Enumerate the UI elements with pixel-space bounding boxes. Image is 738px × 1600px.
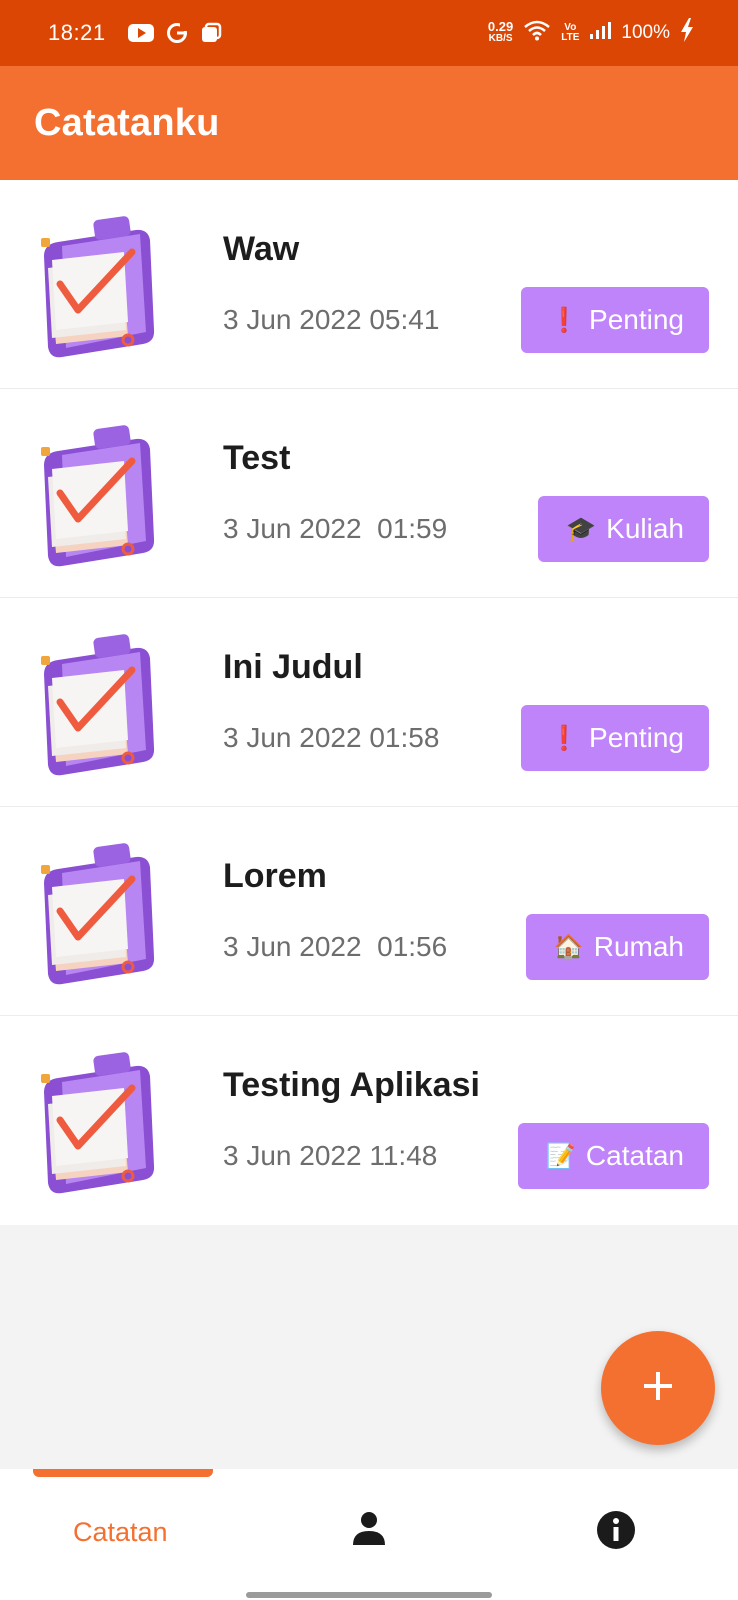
note-tag: ❗ Penting	[521, 287, 709, 353]
note-tag: 📝 Catatan	[518, 1123, 709, 1189]
app-bar: Catatanku	[0, 66, 738, 180]
note-tag: ❗ Penting	[521, 705, 709, 771]
plus-icon	[641, 1369, 675, 1408]
note-title: Waw	[223, 230, 300, 268]
tab-catatan[interactable]: Catatan	[73, 1517, 168, 1548]
clipboard-check-icon	[36, 421, 156, 571]
note-title: Lorem	[223, 857, 327, 895]
note-item[interactable]: Test 3 Jun 2022 01:59 🎓 Kuliah	[0, 389, 738, 598]
note-item[interactable]: Waw 3 Jun 2022 05:41 ❗ Penting	[0, 180, 738, 389]
note-item[interactable]: Testing Aplikasi 3 Jun 2022 11:48 📝 Cata…	[0, 1016, 738, 1225]
memo-icon: 📝	[546, 1142, 576, 1170]
g-icon	[166, 22, 188, 49]
note-tag-label: Penting	[589, 722, 684, 753]
note-tag: 🏠 Rumah	[525, 914, 709, 980]
note-item[interactable]: Lorem 3 Jun 2022 01:56 🏠 Rumah	[0, 807, 738, 1016]
note-title: Testing Aplikasi	[223, 1066, 480, 1104]
person-icon[interactable]	[349, 1509, 389, 1554]
youtube-icon	[128, 23, 154, 48]
note-date: 3 Jun 2022 01:56	[223, 931, 448, 962]
wifi-icon	[523, 19, 551, 46]
home-indicator[interactable]	[246, 1592, 492, 1598]
note-date: 3 Jun 2022 11:48	[223, 1140, 438, 1171]
status-time: 18:21	[48, 20, 106, 45]
active-tab-indicator	[33, 1469, 213, 1477]
net-speed: 0.29 KB/S	[487, 18, 514, 44]
clipboard-check-icon	[36, 839, 156, 989]
add-note-button[interactable]	[601, 1331, 715, 1445]
clipboard-check-icon	[36, 212, 156, 362]
note-date: 3 Jun 2022 01:59	[223, 513, 448, 544]
note-item[interactable]: Ini Judul 3 Jun 2022 01:58 ❗ Penting	[0, 598, 738, 807]
note-tag-label: Catatan	[585, 1140, 684, 1171]
bottom-navigation: Catatan	[0, 1469, 738, 1600]
exclamation-icon: ❗	[549, 724, 580, 752]
note-title: Test	[223, 439, 291, 477]
note-date: 3 Jun 2022 01:58	[223, 722, 440, 753]
house-icon: 🏠	[553, 933, 584, 961]
note-tag: 🎓 Kuliah	[538, 496, 709, 562]
signal-icon	[589, 20, 612, 45]
clipboard-check-icon	[36, 1048, 156, 1198]
note-tag-label: Kuliah	[606, 513, 684, 544]
volte-indicator: Vo LTE	[561, 21, 580, 43]
info-icon[interactable]	[595, 1509, 637, 1556]
app-title: Catatanku	[34, 102, 220, 144]
exclamation-icon: ❗	[549, 306, 580, 334]
status-bar: 18:21 0.29 KB/S Vo LTE 100%	[0, 0, 738, 66]
charging-icon	[680, 18, 694, 47]
note-tag-label: Penting	[589, 304, 684, 335]
note-title: Ini Judul	[223, 648, 363, 686]
notes-list: Waw 3 Jun 2022 05:41 ❗ Penting Test 3 Ju…	[0, 180, 738, 1225]
note-tag-label: Rumah	[593, 931, 684, 962]
note-date: 3 Jun 2022 05:41	[223, 304, 440, 335]
battery-percent: 100%	[621, 21, 670, 43]
graduation-cap-icon: 🎓	[566, 515, 597, 543]
square-app-icon	[200, 22, 222, 49]
clipboard-check-icon	[36, 630, 156, 780]
